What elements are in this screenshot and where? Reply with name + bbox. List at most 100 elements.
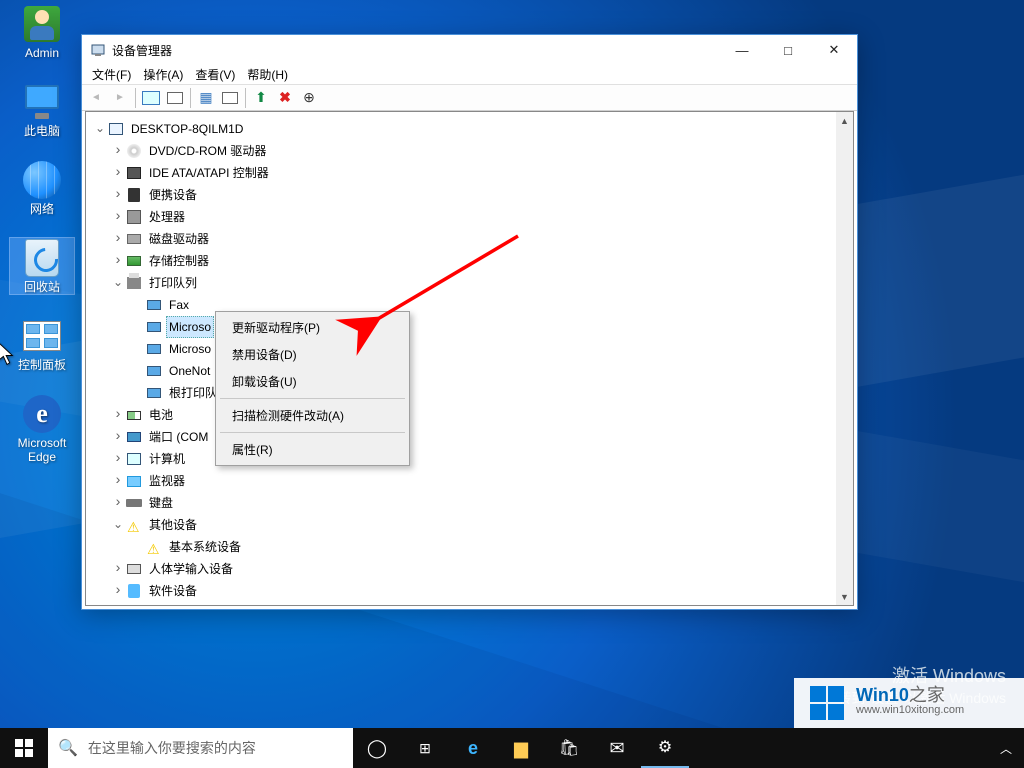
minimize-button[interactable]: — — [719, 35, 765, 65]
tree-item[interactable]: IDE ATA/ATAPI 控制器 — [90, 162, 832, 184]
tree-root[interactable]: DESKTOP-8QILM1D — [90, 118, 832, 140]
tree-item-other[interactable]: 其他设备 — [90, 514, 832, 536]
menu-file[interactable]: 文件(F) — [86, 64, 137, 85]
monitor-icon — [127, 476, 141, 487]
tree-item[interactable]: 存储控制器 — [90, 250, 832, 272]
tree-item[interactable]: 端口 (COM — [90, 426, 832, 448]
close-button[interactable]: ✕ — [811, 35, 857, 65]
tree-item-fax[interactable]: Fax — [90, 294, 832, 316]
search-placeholder: 在这里输入你要搜索的内容 — [88, 738, 256, 758]
tree-item[interactable]: 声音、视频和游戏控制器 — [90, 602, 832, 605]
scroll-track[interactable] — [836, 129, 853, 588]
port-icon — [127, 432, 141, 442]
desktop-icons: Admin 此电脑 网络 回收站 控制面板 e Microsoft Edge — [10, 4, 78, 486]
tree-item-print-queues[interactable]: 打印队列 — [90, 272, 832, 294]
tray-chevron-up-icon[interactable]: ︿ — [992, 728, 1020, 768]
taskbar-store[interactable]: 🛍 — [545, 728, 593, 768]
menu-action[interactable]: 操作(A) — [137, 64, 189, 85]
desktop-icon-edge[interactable]: e Microsoft Edge — [10, 394, 74, 464]
taskbar: 🔍 在这里输入你要搜索的内容 ◯ ⊞ e ▆ 🛍 ✉ ⚙ ︿ — [0, 728, 1024, 768]
cortana-button[interactable]: ◯ — [353, 728, 401, 768]
device-tree[interactable]: DESKTOP-8QILM1D DVD/CD-ROM 驱动器 IDE ATA/A… — [86, 112, 836, 605]
tree-item[interactable]: 软件设备 — [90, 580, 832, 602]
user-icon — [24, 6, 60, 42]
scrollbar[interactable]: ▲ ▼ — [836, 112, 853, 605]
cd-icon — [127, 144, 141, 158]
windows-logo-icon — [810, 686, 844, 720]
app-icon — [90, 42, 106, 58]
ctx-disable-device[interactable]: 禁用设备(D) — [218, 341, 407, 368]
maximize-button[interactable]: □ — [765, 35, 811, 65]
tree-item[interactable]: 根打印队 — [90, 382, 832, 404]
taskbar-device-manager[interactable]: ⚙ — [641, 728, 689, 768]
tree-item[interactable]: 计算机 — [90, 448, 832, 470]
tree-item[interactable]: 便携设备 — [90, 184, 832, 206]
tree-item[interactable]: 电池 — [90, 404, 832, 426]
mouse-cursor — [0, 342, 16, 366]
ide-icon — [127, 167, 141, 179]
ctx-properties[interactable]: 属性(R) — [218, 436, 407, 463]
scan-hardware-button[interactable] — [298, 87, 320, 109]
printer-icon — [147, 300, 161, 310]
tree-item[interactable]: 键盘 — [90, 492, 832, 514]
control-panel-icon — [23, 321, 61, 351]
action-button-2[interactable] — [219, 87, 241, 109]
tree-item[interactable]: OneNot — [90, 360, 832, 382]
forward-button[interactable] — [109, 87, 131, 109]
taskbar-mail[interactable]: ✉ — [593, 728, 641, 768]
tree-item[interactable]: 监视器 — [90, 470, 832, 492]
taskbar-edge[interactable]: e — [449, 728, 497, 768]
ctx-update-driver[interactable]: 更新驱动程序(P) — [218, 314, 407, 341]
printer-icon — [147, 344, 161, 354]
pc-small-icon — [142, 91, 160, 105]
action-button-1[interactable] — [195, 87, 217, 109]
storage-icon — [127, 256, 141, 266]
desktop-icon-this-pc[interactable]: 此电脑 — [10, 82, 74, 138]
titlebar[interactable]: 设备管理器 — □ ✕ — [82, 35, 857, 65]
desktop-icon-network[interactable]: 网络 — [10, 160, 74, 216]
tree-item[interactable]: 处理器 — [90, 206, 832, 228]
tree-item[interactable]: 基本系统设备 — [90, 536, 832, 558]
tree-item[interactable]: 人体学输入设备 — [90, 558, 832, 580]
scroll-up-button[interactable]: ▲ — [836, 112, 853, 129]
back-button[interactable] — [85, 87, 107, 109]
windows-start-icon — [15, 739, 33, 757]
software-icon — [128, 584, 140, 598]
tree-item[interactable]: Microso — [90, 338, 832, 360]
uninstall-button[interactable] — [274, 87, 296, 109]
desktop-icon-admin[interactable]: Admin — [10, 4, 74, 60]
start-button[interactable] — [0, 728, 48, 768]
taskbar-search[interactable]: 🔍 在这里输入你要搜索的内容 — [48, 728, 353, 768]
taskbar-explorer[interactable]: ▆ — [497, 728, 545, 768]
cpu-icon — [127, 210, 141, 224]
menu-view[interactable]: 查看(V) — [189, 64, 241, 85]
printer-icon — [147, 366, 161, 376]
portable-icon — [128, 188, 140, 202]
menubar: 文件(F) 操作(A) 查看(V) 帮助(H) — [82, 65, 857, 85]
com-small-icon — [222, 92, 238, 104]
tree-item[interactable]: 磁盘驱动器 — [90, 228, 832, 250]
toolbar: ⬆ — [82, 85, 857, 111]
system-tray: ︿ — [992, 728, 1024, 768]
show-hide-tree-button[interactable] — [140, 87, 162, 109]
ctx-uninstall-device[interactable]: 卸载设备(U) — [218, 368, 407, 395]
task-view-button[interactable]: ⊞ — [401, 728, 449, 768]
desktop-icon-control-panel[interactable]: 控制面板 — [10, 316, 74, 372]
scroll-down-button[interactable]: ▼ — [836, 588, 853, 605]
warning-icon — [127, 518, 141, 532]
content-pane: DESKTOP-8QILM1D DVD/CD-ROM 驱动器 IDE ATA/A… — [85, 111, 854, 606]
device-manager-window: 设备管理器 — □ ✕ 文件(F) 操作(A) 查看(V) 帮助(H) ⬆ DE… — [81, 34, 858, 610]
print-queue-icon — [127, 277, 141, 289]
properties-button[interactable] — [164, 87, 186, 109]
pc-icon — [23, 85, 61, 119]
context-menu: 更新驱动程序(P) 禁用设备(D) 卸载设备(U) 扫描检测硬件改动(A) 属性… — [215, 311, 410, 466]
hid-icon — [127, 564, 141, 574]
ctx-scan-hardware[interactable]: 扫描检测硬件改动(A) — [218, 402, 407, 429]
menu-help[interactable]: 帮助(H) — [241, 64, 294, 85]
disk-icon — [127, 234, 141, 244]
tree-item[interactable]: DVD/CD-ROM 驱动器 — [90, 140, 832, 162]
update-driver-button[interactable]: ⬆ — [250, 87, 272, 109]
printer-icon — [147, 388, 161, 398]
tree-item-selected[interactable]: Microso — [90, 316, 832, 338]
desktop-icon-recycle-bin[interactable]: 回收站 — [10, 238, 74, 294]
